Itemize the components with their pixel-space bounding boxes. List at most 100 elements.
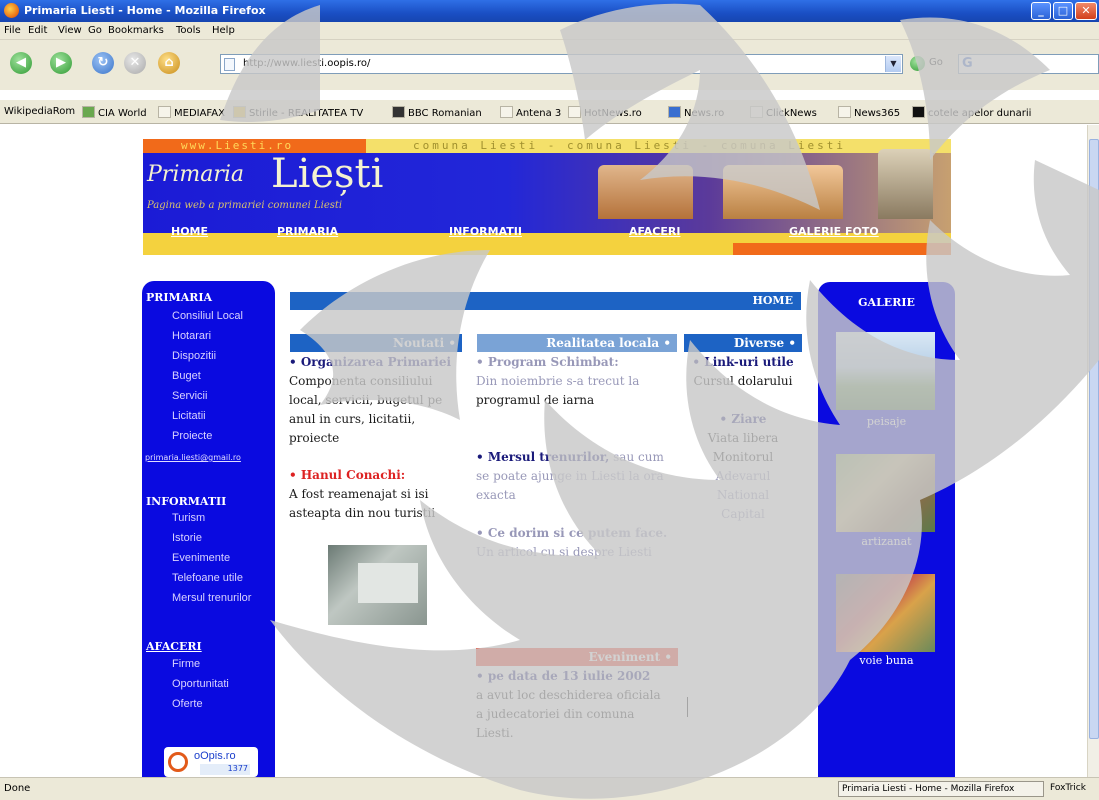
menu-view[interactable]: View: [58, 25, 82, 36]
noutati-item-title[interactable]: • Organizarea Primariei: [289, 353, 469, 372]
ziare-item[interactable]: Adevarul: [684, 467, 802, 486]
bookmark-label: CIA World: [98, 108, 147, 119]
realitatea-item-title[interactable]: • Ce dorim si ce putem face.: [476, 524, 686, 543]
realitatea-item-title[interactable]: • Program Schimbat:: [476, 353, 686, 372]
close-button[interactable]: ✕: [1075, 2, 1097, 20]
extension-label[interactable]: FoxTrick: [1050, 783, 1086, 793]
bookmark-item[interactable]: cotele apelor dunarii: [912, 106, 1031, 119]
sidebar-item-servicii[interactable]: Servicii: [172, 390, 207, 402]
sidebar-item-firme[interactable]: Firme: [172, 658, 200, 670]
realitatea-item-line: Din noiembrie s-a trecut la: [476, 374, 640, 388]
gallery-image-peisaje[interactable]: [836, 332, 935, 410]
sidebar-item-dispozitii[interactable]: Dispozitii: [172, 350, 216, 362]
sidebar-item-oferte[interactable]: Oferte: [172, 698, 203, 710]
ziare-item[interactable]: Capital: [684, 505, 802, 524]
sidebar-item-evenimente[interactable]: Evenimente: [172, 552, 230, 564]
home-button[interactable]: ⌂: [158, 52, 180, 74]
eveniment-header: Eveniment •: [476, 648, 678, 666]
minimize-button[interactable]: _: [1031, 2, 1051, 20]
bookmark-icon: [392, 106, 405, 118]
diverse-header: Diverse •: [684, 334, 802, 352]
sidebar-head-afaceri[interactable]: AFACERI: [146, 640, 202, 653]
menu-bookmarks[interactable]: Bookmarks: [108, 25, 164, 36]
sidebar-item-hotarari[interactable]: Hotarari: [172, 330, 211, 342]
url-bar[interactable]: http://www.liesti.oopis.ro/ ▼: [220, 54, 903, 74]
banner-title-liesti: Liești: [271, 151, 384, 197]
forward-button[interactable]: ▶: [50, 52, 72, 74]
nav-galerie-foto[interactable]: GALERIE FOTO: [789, 225, 879, 238]
gallery-image-voie-buna[interactable]: [836, 574, 935, 652]
bookmark-item[interactable]: News.ro: [668, 106, 724, 119]
oopis-logo[interactable]: oOpis.ro 1377: [164, 747, 258, 777]
sidebar-item-buget[interactable]: Buget: [172, 370, 201, 382]
url-dropdown-icon[interactable]: ▼: [885, 56, 901, 72]
realitatea-item-title-row[interactable]: • Mersul trenurilor, sau cum: [476, 448, 686, 467]
bookmark-item[interactable]: WikipediaRom: [4, 106, 75, 117]
noutati-column: • Organizarea Primariei Componenta consi…: [289, 353, 469, 523]
sidebar-item-istorie[interactable]: Istorie: [172, 532, 202, 544]
menu-edit[interactable]: Edit: [28, 25, 47, 36]
gallery-image-artizanat[interactable]: [836, 454, 935, 532]
nav-informatii[interactable]: INFORMATII: [449, 225, 522, 238]
bookmark-item[interactable]: CIA World: [82, 106, 147, 119]
nav-home[interactable]: HOME: [171, 225, 208, 238]
taskbar-tab[interactable]: Primaria Liesti - Home - Mozilla Firefox: [838, 781, 1044, 797]
banner-subtitle: Pagina web a primariei comunei Liesti: [147, 200, 343, 211]
sidebar-item-consiliul-local[interactable]: Consiliul Local: [172, 310, 243, 322]
menu-file[interactable]: File: [4, 25, 21, 36]
noutati-item-line: A fost reamenajat si isi: [289, 487, 429, 501]
statue-image: [878, 149, 933, 219]
building-image: [723, 165, 843, 219]
bookmark-icon: [158, 106, 171, 118]
ziare-item[interactable]: Monitorul: [684, 448, 802, 467]
url-text: http://www.liesti.oopis.ro/: [243, 58, 371, 69]
forward-arrow-icon: ▶: [56, 55, 66, 70]
back-button[interactable]: ◀: [10, 52, 32, 74]
go-label: Go: [929, 57, 943, 68]
sidebar-item-turism[interactable]: Turism: [172, 512, 205, 524]
nav-afaceri[interactable]: AFACERI: [629, 225, 680, 238]
visitor-counter: 1377: [200, 764, 250, 775]
sidebar-item-licitatii[interactable]: Licitatii: [172, 410, 206, 422]
maximize-button[interactable]: □: [1053, 2, 1073, 20]
bookmark-label: ClickNews: [766, 108, 817, 119]
bookmark-item[interactable]: HotNews.ro: [568, 106, 642, 119]
sidebar-item-oportunitati[interactable]: Oportunitati: [172, 678, 229, 690]
bookmark-item[interactable]: Antena 3: [500, 106, 561, 119]
diverse-link-item[interactable]: Cursul dolarului: [684, 372, 802, 391]
bookmark-item[interactable]: BBC Romanian: [392, 106, 482, 119]
bookmark-item[interactable]: MEDIAFAX: [158, 106, 225, 119]
sidebar-item-telefoane-utile[interactable]: Telefoane utile: [172, 572, 243, 584]
noutati-item-title[interactable]: • Hanul Conachi:: [289, 466, 469, 485]
ziare-item[interactable]: Viata libera: [684, 429, 802, 448]
bookmark-item[interactable]: Stirile - REALITATEA TV: [233, 106, 363, 119]
search-input[interactable]: G: [958, 54, 1099, 74]
gallery-caption[interactable]: peisaje: [818, 415, 955, 428]
menu-help[interactable]: Help: [212, 25, 235, 36]
bookmark-label: HotNews.ro: [584, 108, 642, 119]
menu-tools[interactable]: Tools: [176, 25, 201, 36]
gallery-caption[interactable]: voie buna: [818, 654, 955, 667]
sidebar-head-primaria: PRIMARIA: [146, 291, 213, 304]
sidebar-item-mersul-trenurilor[interactable]: Mersul trenurilor: [172, 592, 251, 604]
sidebar-item-proiecte[interactable]: Proiecte: [172, 430, 212, 442]
stop-button[interactable]: ✕: [124, 52, 146, 74]
sidebar-email-link[interactable]: primaria.liesti@gmail.ro: [145, 453, 241, 462]
menu-go[interactable]: Go: [88, 25, 102, 36]
ziare-item[interactable]: National: [684, 486, 802, 505]
go-icon: [910, 56, 925, 71]
gallery-caption[interactable]: artizanat: [818, 535, 955, 548]
nav-primaria[interactable]: PRIMARIA: [277, 225, 338, 238]
bookmark-item[interactable]: ClickNews: [750, 106, 817, 119]
scrollbar-thumb[interactable]: [1089, 139, 1099, 739]
bookmark-item[interactable]: News365: [838, 106, 900, 119]
go-button[interactable]: Go: [910, 55, 950, 73]
vertical-scrollbar[interactable]: [1087, 125, 1099, 777]
eveniment-title[interactable]: • pe data de 13 iulie 2002: [476, 667, 686, 686]
reload-button[interactable]: ↻: [92, 52, 114, 74]
eveniment-line: a judecatoriei din comuna: [476, 707, 635, 721]
